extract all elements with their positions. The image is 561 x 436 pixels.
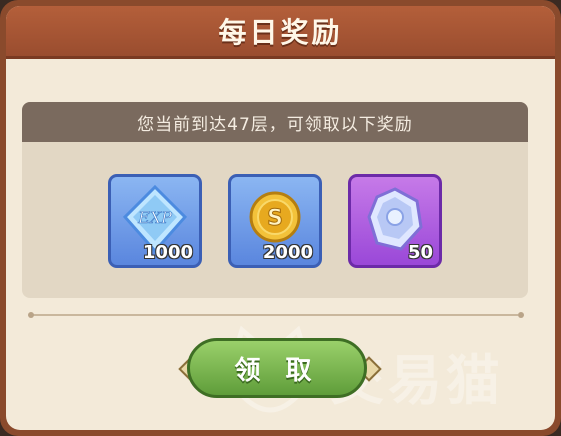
reward-slot-exp[interactable]: EXP 1000 — [108, 174, 202, 268]
info-text: 您当前到达47层，可领取以下奖励 — [137, 114, 413, 135]
reward-count-gold: 2000 — [262, 242, 313, 263]
reward-panel: 您当前到达47层，可领取以下奖励 EXP 1000 S 2000 50 — [22, 102, 528, 298]
dialog-title: 每日奖励 — [218, 16, 343, 49]
divider-left-dot — [28, 312, 34, 318]
svg-text:S: S — [267, 206, 283, 231]
dialog-header: 每日奖励 — [6, 6, 555, 59]
claim-button[interactable]: 领 取 — [187, 338, 367, 398]
divider — [32, 314, 518, 316]
reward-count-exp: 1000 — [142, 242, 193, 263]
claim-button-label: 领 取 — [234, 355, 320, 386]
svg-text:EXP: EXP — [137, 208, 172, 227]
reward-slot-gold[interactable]: S 2000 — [228, 174, 322, 268]
reward-count-gem: 50 — [407, 242, 433, 263]
reward-slot-gem[interactable]: 50 — [348, 174, 442, 268]
info-bar: 您当前到达47层，可领取以下奖励 — [22, 102, 528, 142]
divider-right-dot — [518, 312, 524, 318]
